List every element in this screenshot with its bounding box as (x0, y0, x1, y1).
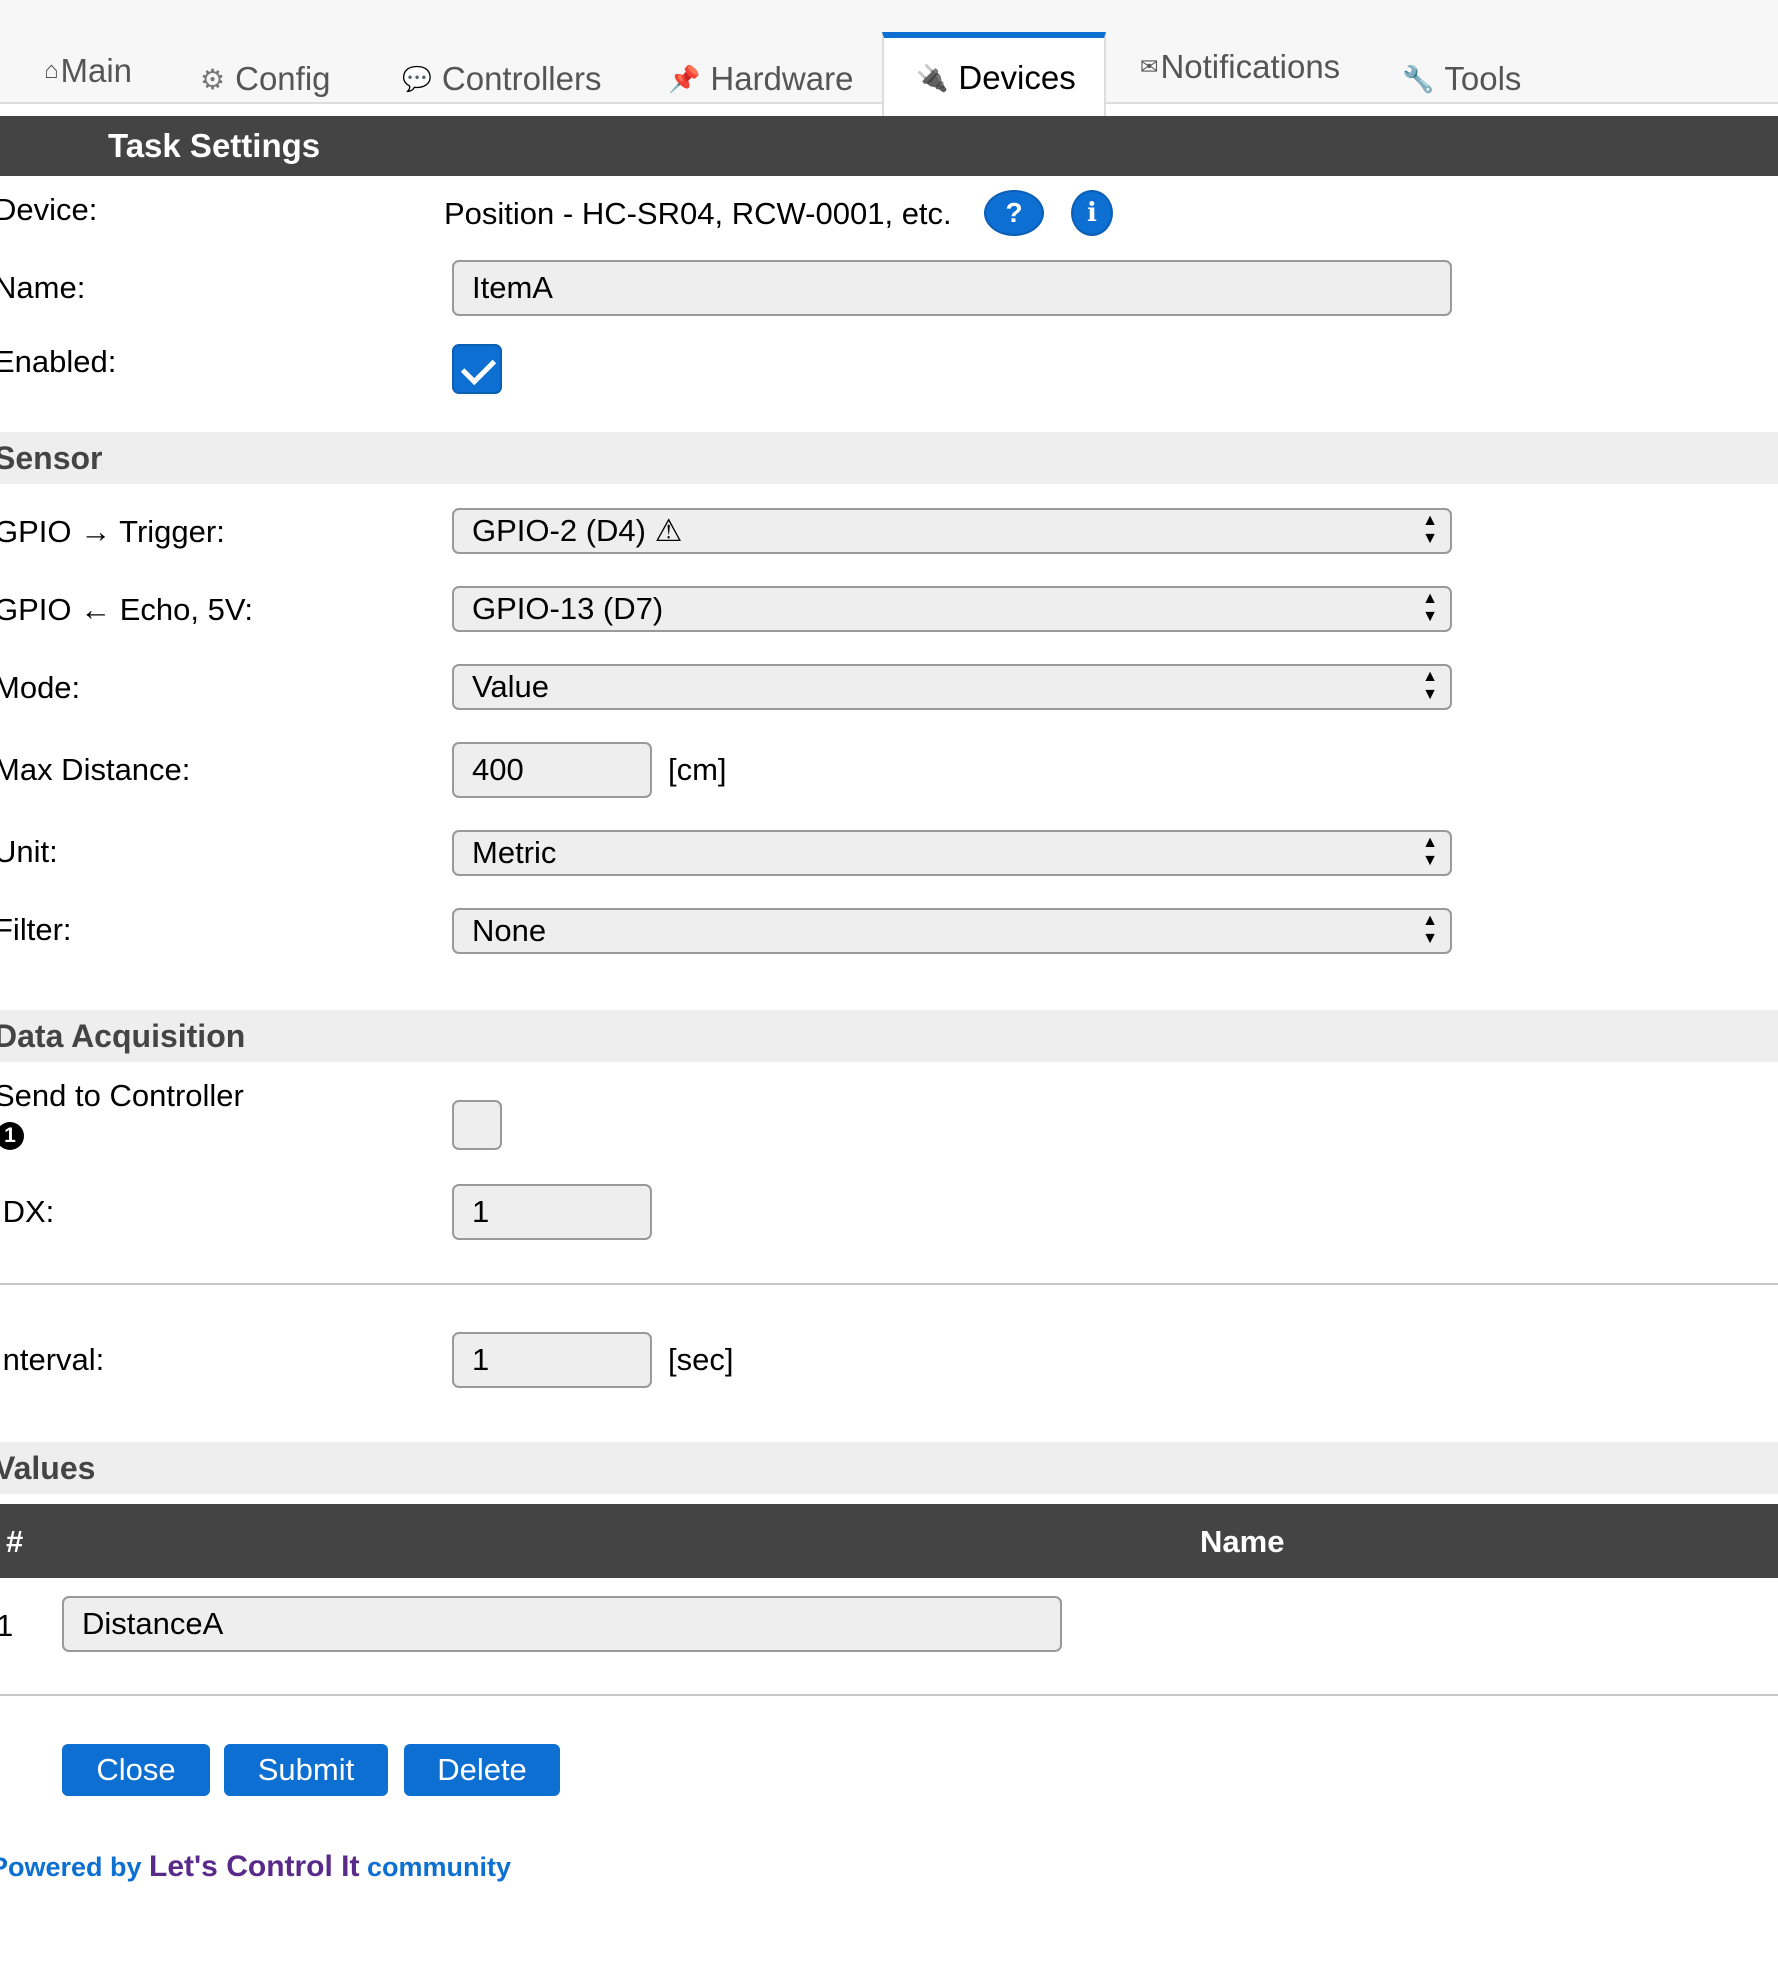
send-to-controller-label: Send to Controller (0, 1078, 244, 1113)
interval-label: Interval: (0, 1342, 105, 1377)
values-table-header: # Name (0, 1504, 1778, 1578)
idx-value: 1 (472, 1194, 490, 1229)
tab-label: Main (60, 52, 133, 89)
send-to-controller-checkbox[interactable] (452, 1100, 502, 1150)
enabled-label: Enabled: (0, 344, 117, 379)
controller-number: 1 (4, 1124, 16, 1147)
brand-link[interactable]: Let's Control It (149, 1850, 359, 1883)
interval-unit: [sec] (668, 1342, 734, 1377)
tab-label: Hardware (710, 60, 854, 97)
idx-label: IDX: (0, 1194, 55, 1229)
interval-input[interactable]: 1 (452, 1332, 652, 1388)
max-distance-label: Max Distance: (0, 752, 191, 787)
plug-icon: 🔌 (916, 62, 949, 93)
filter-value: None (472, 913, 547, 948)
sensor-section-header: Sensor (0, 432, 1778, 484)
column-number-header: # (6, 1524, 24, 1559)
value-name-input[interactable]: DistanceA (62, 1596, 1062, 1652)
footer-prefix: Powered by (0, 1852, 150, 1882)
task-settings-header: Task Settings (0, 116, 1778, 176)
unit-select[interactable]: Metric ▲ ▼ (452, 830, 1452, 876)
tab-label: Notifications (1160, 48, 1341, 85)
max-distance-value: 400 (472, 752, 524, 787)
gear-icon: ⚙ (200, 63, 226, 95)
gpio-trigger-label: GPIO → Trigger: (0, 514, 225, 549)
submit-button[interactable]: Submit (224, 1744, 388, 1796)
info-button[interactable]: i (1071, 190, 1113, 236)
controller-number-badge: 1 (0, 1122, 24, 1150)
tab-label: Controllers (441, 60, 602, 97)
tab-notifications[interactable]: ✉ Notifications (1140, 34, 1340, 100)
tab-tools[interactable]: 🔧 Tools (1402, 46, 1521, 112)
footer-suffix: community (359, 1852, 512, 1882)
sensor-section-title: Sensor (0, 439, 103, 476)
tab-config[interactable]: ⚙ Config (200, 46, 331, 112)
idx-input[interactable]: 1 (452, 1184, 652, 1240)
help-button[interactable]: ? (984, 190, 1044, 236)
name-label: Name: (0, 270, 86, 305)
filter-label: Filter: (0, 912, 72, 947)
values-section-header: Values (0, 1442, 1778, 1494)
tab-label: Config (235, 60, 331, 97)
question-icon: ? (1005, 197, 1023, 228)
tab-devices[interactable]: 🔌 Devices (882, 32, 1106, 118)
max-distance-unit: [cm] (668, 752, 727, 787)
tab-label: Devices (958, 59, 1076, 96)
select-arrows-icon: ▲ ▼ (1422, 512, 1438, 547)
envelope-icon: ✉ (1140, 54, 1159, 79)
tab-main[interactable]: ⌂ Main (44, 38, 132, 104)
select-arrows-icon: ▲ ▼ (1422, 668, 1438, 703)
unit-value: Metric (472, 835, 557, 870)
column-name-header: Name (1200, 1524, 1285, 1559)
wrench-icon: 🔧 (1402, 63, 1435, 94)
mode-value: Value (472, 669, 549, 704)
divider (0, 1283, 1778, 1285)
close-button[interactable]: Close (62, 1744, 210, 1796)
gpio-trigger-value: GPIO-2 (D4) ⚠ (472, 513, 683, 548)
mode-label: Mode: (0, 670, 81, 705)
pushpin-icon: 📌 (668, 63, 701, 94)
home-icon: ⌂ (44, 57, 59, 84)
task-settings-title: Task Settings (108, 127, 321, 164)
data-acquisition-section-header: Data Acquisition (0, 1010, 1778, 1062)
max-distance-input[interactable]: 400 (452, 742, 652, 798)
delete-button[interactable]: Delete (404, 1744, 560, 1796)
gpio-trigger-select[interactable]: GPIO-2 (D4) ⚠ ▲ ▼ (452, 508, 1452, 554)
enabled-checkbox[interactable] (452, 344, 502, 394)
values-section-title: Values (0, 1449, 96, 1486)
tab-hardware[interactable]: 📌 Hardware (668, 46, 853, 112)
name-input[interactable]: ItemA (452, 260, 1452, 316)
tab-label: Tools (1444, 60, 1522, 97)
tab-controllers[interactable]: 💬 Controllers (402, 46, 601, 112)
gpio-echo-value: GPIO-13 (D7) (472, 591, 664, 626)
gpio-echo-label: GPIO ← Echo, 5V: (0, 592, 254, 627)
speech-bubble-icon: 💬 (402, 65, 432, 93)
divider (0, 1694, 1778, 1696)
mode-select[interactable]: Value ▲ ▼ (452, 664, 1452, 710)
value-name: DistanceA (82, 1606, 224, 1641)
select-arrows-icon: ▲ ▼ (1422, 834, 1438, 869)
data-acquisition-title: Data Acquisition (0, 1017, 246, 1054)
info-icon: i (1087, 198, 1097, 228)
interval-value: 1 (472, 1342, 490, 1377)
filter-select[interactable]: None ▲ ▼ (452, 908, 1452, 954)
footer: Powered by Let's Control It community (0, 1850, 511, 1884)
name-input-value: ItemA (472, 270, 553, 305)
device-label: Device: (0, 192, 98, 227)
gpio-echo-select[interactable]: GPIO-13 (D7) ▲ ▼ (452, 586, 1452, 632)
device-value: Position - HC-SR04, RCW-0001, etc. (444, 196, 952, 231)
select-arrows-icon: ▲ ▼ (1422, 912, 1438, 947)
unit-label: Unit: (0, 834, 58, 869)
row-number: 1 (0, 1608, 14, 1643)
select-arrows-icon: ▲ ▼ (1422, 590, 1438, 625)
